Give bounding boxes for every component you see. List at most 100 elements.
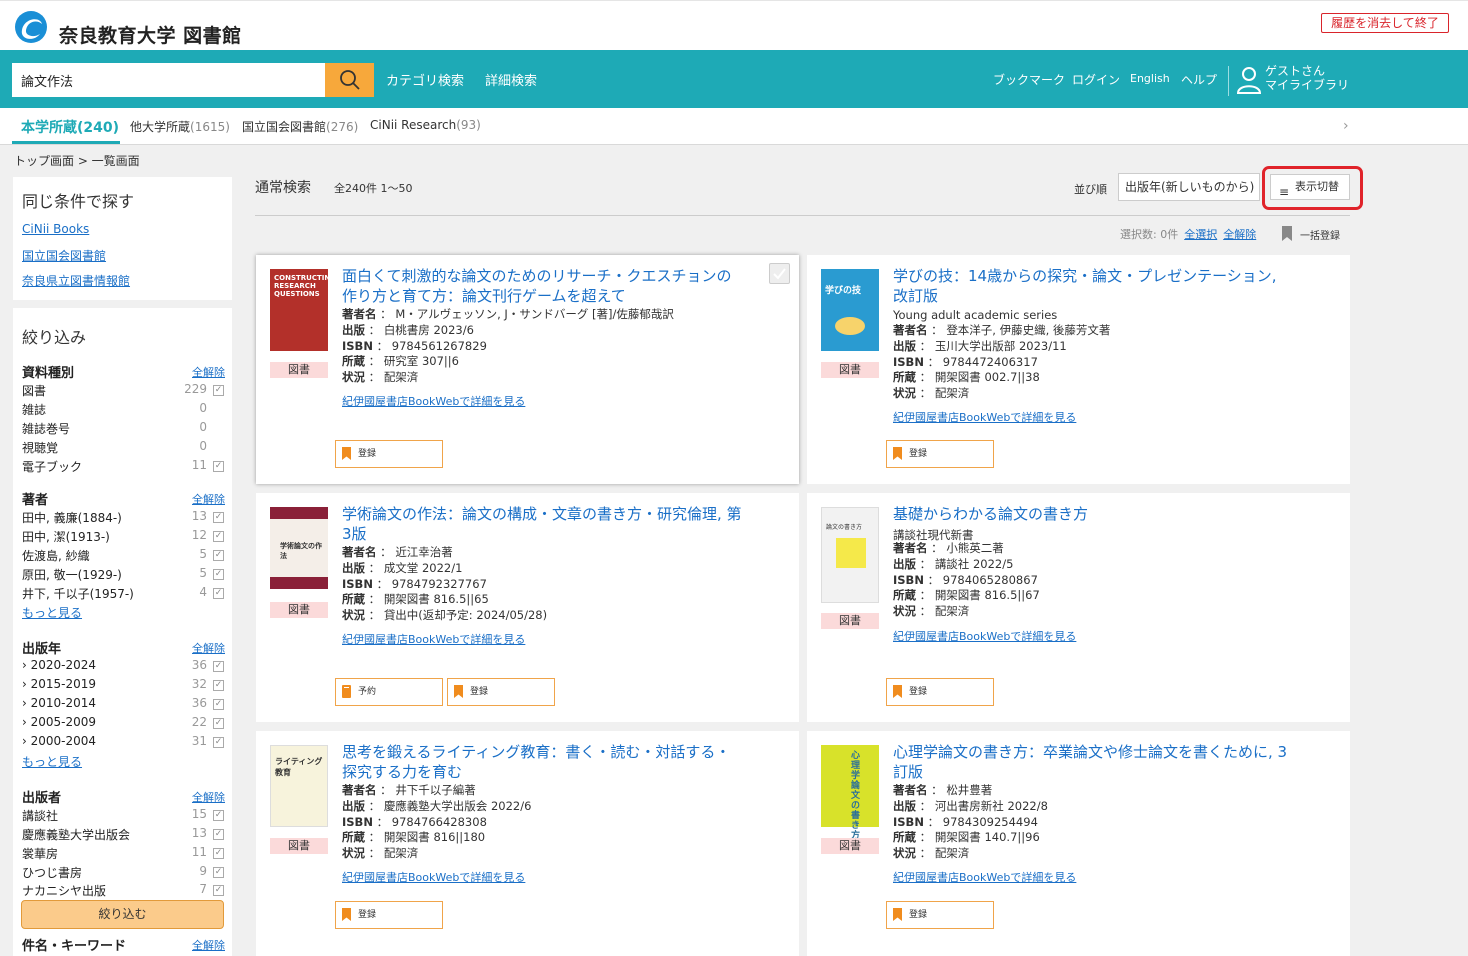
- facet-item[interactable]: 慶應義塾大学出版会 13 ✓: [22, 825, 227, 843]
- help-link[interactable]: ヘルプ: [1181, 71, 1217, 88]
- checkbox[interactable]: ✓: [213, 550, 224, 561]
- facet-item[interactable]: › 2005-2009 22 ✓: [22, 714, 227, 732]
- refine-button[interactable]: 絞り込む: [21, 900, 224, 929]
- bookmark-link[interactable]: ブックマーク: [993, 71, 1065, 88]
- facet-clear-author[interactable]: 全解除: [192, 491, 225, 507]
- facet-item[interactable]: 原田, 敬一(1929-) 5 ✓: [22, 565, 227, 583]
- selection-count: 選択数: 0件: [1120, 228, 1179, 241]
- checkbox[interactable]: ✓: [213, 829, 224, 840]
- facet-clear-year[interactable]: 全解除: [192, 640, 225, 656]
- tab-own-library[interactable]: 本学所蔵(240): [21, 117, 119, 137]
- kinokuniya-link[interactable]: 紀伊國屋書店BookWebで詳細を見る: [342, 631, 525, 647]
- facet-item[interactable]: 裳華房 11 ✓: [22, 844, 227, 862]
- facet-item[interactable]: 佐渡島, 紗織 5 ✓: [22, 546, 227, 564]
- clear-history-exit-button[interactable]: 履歴を消去して終了: [1321, 13, 1449, 33]
- kinokuniya-link[interactable]: 紀伊國屋書店BookWebで詳細を見る: [893, 409, 1076, 425]
- register-button[interactable]: 登録: [886, 440, 994, 468]
- register-button[interactable]: 登録: [886, 901, 994, 929]
- book-cover[interactable]: ライティング教育: [270, 745, 328, 827]
- book-title-link[interactable]: 学術論文の作法：論文の構成・文章の書き方・研究倫理, 第3版: [342, 504, 742, 544]
- checkbox[interactable]: ✓: [213, 699, 224, 710]
- checkbox[interactable]: ✓: [213, 848, 224, 859]
- cinii-books-link[interactable]: CiNii Books: [22, 222, 89, 236]
- checkbox[interactable]: ✓: [213, 810, 224, 821]
- checkbox[interactable]: ✓: [213, 718, 224, 729]
- facet-item[interactable]: › 2000-2004 31 ✓: [22, 733, 227, 751]
- facet-item[interactable]: 図書 229 ✓: [22, 381, 227, 399]
- more-authors-link[interactable]: もっと見る: [22, 604, 82, 621]
- tab-national-diet-library[interactable]: 国立国会図書館(276): [242, 118, 358, 135]
- select-checkbox[interactable]: [769, 263, 790, 284]
- reserve-button[interactable]: 予約: [335, 678, 443, 706]
- bookmark-icon[interactable]: [1282, 226, 1292, 241]
- checkbox[interactable]: ✓: [213, 737, 224, 748]
- facet-item[interactable]: 田中, 潔(1913-) 12 ✓: [22, 527, 227, 545]
- user-icon[interactable]: [1236, 66, 1262, 94]
- book-cover[interactable]: 論文の書き方: [821, 507, 879, 603]
- checkbox[interactable]: ✓: [213, 385, 224, 396]
- facet-item[interactable]: › 2015-2019 32 ✓: [22, 676, 227, 694]
- tab-other-universities[interactable]: 他大学所蔵(1615): [130, 118, 230, 135]
- more-years-link[interactable]: もっと見る: [22, 753, 82, 770]
- chevron-right-icon[interactable]: ›: [1343, 118, 1349, 134]
- kinokuniya-link[interactable]: 紀伊國屋書店BookWebで詳細を見る: [342, 393, 525, 409]
- kinokuniya-link[interactable]: 紀伊國屋書店BookWebで詳細を見る: [342, 869, 525, 885]
- facet-item[interactable]: 視聴覚 0: [22, 438, 227, 456]
- tab-cinii-research[interactable]: CiNii Research(93): [370, 118, 481, 132]
- search-button[interactable]: [325, 63, 374, 97]
- facet-item[interactable]: ナカニシヤ出版 7 ✓: [22, 881, 227, 899]
- facet-item[interactable]: 田中, 義廉(1884-) 13 ✓: [22, 508, 227, 526]
- checkbox[interactable]: ✓: [213, 531, 224, 542]
- checkbox[interactable]: ✓: [213, 680, 224, 691]
- checkbox[interactable]: ✓: [213, 661, 224, 672]
- facet-item[interactable]: 電子ブック 11 ✓: [22, 457, 227, 475]
- book-cover[interactable]: 学びの技: [821, 269, 879, 351]
- search-input[interactable]: [12, 63, 326, 97]
- bulk-register-button[interactable]: 一括登録: [1300, 227, 1340, 242]
- my-library-link[interactable]: ゲストさん マイライブラリ: [1265, 64, 1349, 92]
- ndl-link[interactable]: 国立国会図書館: [22, 247, 106, 264]
- facet-item[interactable]: 雑誌巻号 0: [22, 419, 227, 437]
- book-title-link[interactable]: 面白くて刺激的な論文のためのリサーチ・クエスチョンの作り方と育て方：論文刊行ゲー…: [342, 266, 742, 306]
- facet-item[interactable]: ひつじ書房 9 ✓: [22, 863, 227, 881]
- book-title-link[interactable]: 思考を鍛えるライティング教育：書く・読む・対話する・探究する力を育む: [342, 742, 742, 782]
- facet-item[interactable]: › 2010-2014 36 ✓: [22, 695, 227, 713]
- book-cover[interactable]: 学術論文の作法: [270, 507, 328, 589]
- facet-clear-subject[interactable]: 全解除: [192, 937, 225, 953]
- checkbox[interactable]: ✓: [213, 885, 224, 896]
- checkbox[interactable]: ✓: [213, 461, 224, 472]
- deselect-all-link[interactable]: 全解除: [1223, 228, 1256, 241]
- book-title-link[interactable]: 心理学論文の書き方：卒業論文や修士論文を書くために, 3訂版: [893, 742, 1293, 782]
- kinokuniya-link[interactable]: 紀伊國屋書店BookWebで詳細を見る: [893, 628, 1076, 644]
- site-title[interactable]: 奈良教育大学 図書館: [59, 21, 242, 48]
- checkbox[interactable]: ✓: [213, 512, 224, 523]
- register-button[interactable]: 登録: [447, 678, 555, 706]
- facet-clear-publisher[interactable]: 全解除: [192, 789, 225, 805]
- checkbox[interactable]: ✓: [213, 588, 224, 599]
- facet-item[interactable]: 雑誌 0: [22, 400, 227, 418]
- facet-item[interactable]: 講談社 15 ✓: [22, 806, 227, 824]
- register-button[interactable]: 登録: [335, 440, 443, 468]
- kinokuniya-link[interactable]: 紀伊國屋書店BookWebで詳細を見る: [893, 869, 1076, 885]
- login-link[interactable]: ログイン: [1072, 71, 1120, 88]
- advanced-search-link[interactable]: 詳細検索: [485, 70, 537, 89]
- book-title-link[interactable]: 基礎からわかる論文の書き方: [893, 504, 1293, 524]
- register-button[interactable]: 登録: [886, 678, 994, 706]
- english-link[interactable]: English: [1130, 72, 1170, 85]
- sort-select[interactable]: 出版年(新しいものから): [1118, 173, 1260, 201]
- library-logo-icon[interactable]: [14, 10, 48, 44]
- source-tabs: 本学所蔵(240) 他大学所蔵(1615) 国立国会図書館(276) CiNii…: [0, 108, 1468, 145]
- book-title-link[interactable]: 学びの技：14歳からの探究・論文・プレゼンテーション, 改訂版: [893, 266, 1293, 306]
- register-button[interactable]: 登録: [335, 901, 443, 929]
- facet-item[interactable]: 井下, 千以子(1957-) 4 ✓: [22, 584, 227, 602]
- nara-prefectural-library-link[interactable]: 奈良県立図書情報館: [22, 272, 130, 289]
- facet-clear-material-type[interactable]: 全解除: [192, 364, 225, 380]
- book-cover[interactable]: 心理学論文の書き方: [821, 745, 879, 841]
- checkbox[interactable]: ✓: [213, 867, 224, 878]
- facet-item[interactable]: › 2020-2024 36 ✓: [22, 657, 227, 675]
- category-search-link[interactable]: カテゴリ検索: [386, 70, 464, 89]
- book-cover[interactable]: CONSTRUCTING RESEARCH QUESTIONS: [270, 269, 336, 351]
- checkbox[interactable]: ✓: [213, 569, 224, 580]
- select-all-link[interactable]: 全選択: [1184, 228, 1217, 241]
- book-series: Young adult academic series: [893, 308, 1058, 322]
